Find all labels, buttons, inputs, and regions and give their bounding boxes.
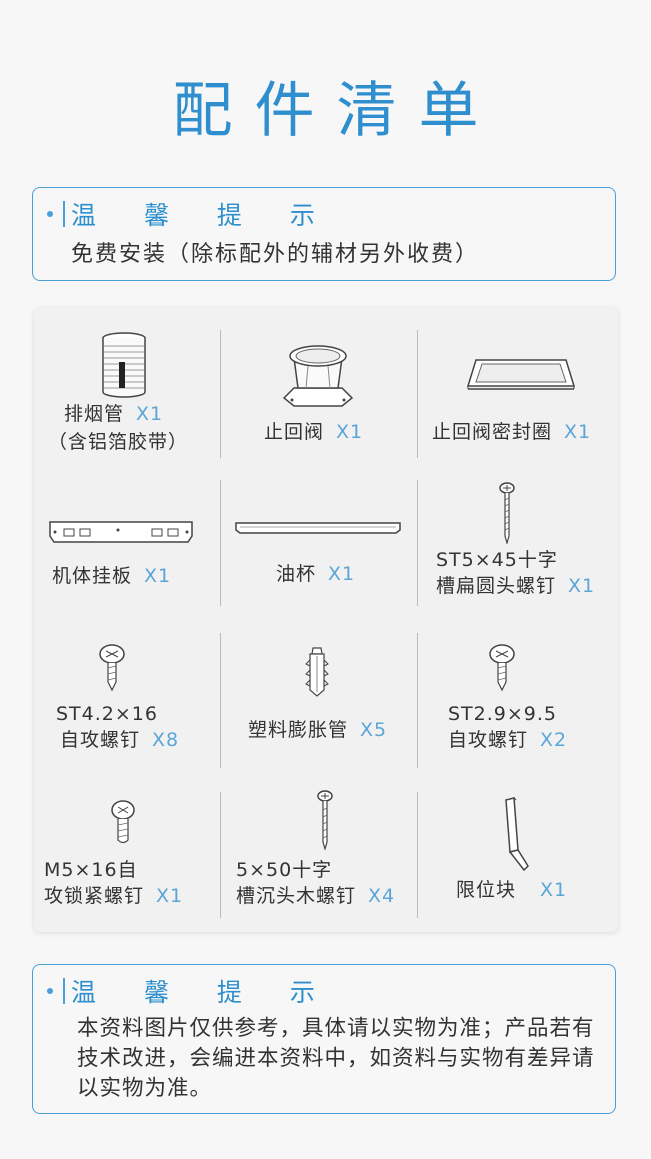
divider <box>417 480 418 606</box>
tip-box-top: 温 馨 提 示 免费安装（除标配外的辅材另外收费） <box>32 187 616 281</box>
plastic-anchor-icon <box>305 647 329 697</box>
divider <box>220 330 221 458</box>
tapping-screw-icon <box>99 644 125 692</box>
part-name: 止回阀密封圈 <box>432 421 553 443</box>
parts-list-card: 排烟管 X1 （含铝箔胶带） 止回阀 X1 止回阀密封圈 X1 机体挂板 X1 … <box>34 308 618 932</box>
part-qty: X5 <box>360 719 388 741</box>
part-name: ST5×45十字 <box>436 549 558 571</box>
part-name: 攻锁紧螺钉 <box>44 885 145 907</box>
divider <box>417 330 418 458</box>
locking-screw-icon <box>111 800 135 844</box>
part-qty: X1 <box>144 565 172 587</box>
part-qty: X1 <box>156 885 184 907</box>
tip-box-bottom: 温 馨 提 示 本资料图片仅供参考，具体请以实物为准；产品若有技术改进，会编进本… <box>32 964 616 1114</box>
part-name: 排烟管 <box>64 403 125 425</box>
part-qty: X4 <box>368 885 396 907</box>
divider <box>220 792 221 918</box>
part-name: 5×50十字 <box>236 859 333 881</box>
divider <box>417 792 418 918</box>
exhaust-pipe-icon <box>102 332 146 398</box>
divider <box>63 201 65 227</box>
part-name: 塑料膨胀管 <box>248 719 349 741</box>
oil-cup-icon <box>235 522 401 534</box>
limit-block-icon <box>505 797 529 872</box>
part-name: ST2.9×9.5 <box>448 703 558 725</box>
part-name: 限位块 <box>456 879 517 901</box>
part-name: 自攻螺钉 <box>448 729 529 751</box>
part-name: M5×16自 <box>44 859 138 881</box>
part-name: 止回阀 <box>264 421 325 443</box>
wood-screw-icon <box>317 790 333 850</box>
part-qty: X1 <box>564 421 592 443</box>
part-name: 槽沉头木螺钉 <box>236 885 357 907</box>
tip-text: 本资料图片仅供参考，具体请以实物为准；产品若有技术改进，会编进本资料中，如资料与… <box>77 1016 595 1101</box>
part-name: ST4.2×16 <box>56 703 158 725</box>
part-name: 自攻螺钉 <box>60 729 141 751</box>
part-name: 机体挂板 <box>52 565 133 587</box>
pan-head-screw-icon <box>499 482 515 544</box>
small-tapping-screw-icon <box>489 644 515 692</box>
bullet-icon <box>47 211 53 217</box>
part-qty: X1 <box>328 563 356 585</box>
part-qty: X1 <box>568 575 596 597</box>
part-qty: X1 <box>336 421 364 443</box>
divider <box>220 633 221 768</box>
part-name: 油杯 <box>276 563 317 585</box>
part-name: 槽扁圆头螺钉 <box>436 575 557 597</box>
part-qty: X1 <box>136 403 164 425</box>
mounting-plate-icon <box>49 521 193 543</box>
part-qty: X1 <box>540 879 568 901</box>
page-title: 配件清单 <box>172 76 501 146</box>
divider <box>63 978 65 1004</box>
part-note: （含铝箔胶带） <box>48 431 189 453</box>
part-qty: X8 <box>152 729 180 751</box>
divider <box>220 480 221 606</box>
tip-heading: 温 馨 提 示 <box>71 201 335 230</box>
check-valve-icon <box>282 345 354 407</box>
part-qty: X2 <box>540 729 568 751</box>
tip-text: 免费安装（除标配外的辅材另外收费） <box>71 242 480 267</box>
bullet-icon <box>47 988 53 994</box>
valve-seal-ring-icon <box>466 359 576 390</box>
divider <box>417 633 418 768</box>
tip-heading: 温 馨 提 示 <box>71 978 335 1007</box>
